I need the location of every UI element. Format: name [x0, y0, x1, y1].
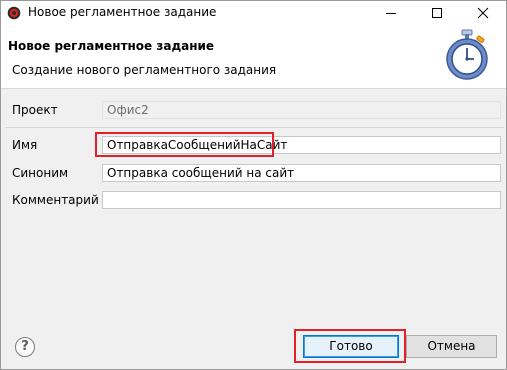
- dialog-header: Новое регламентное задание Создание ново…: [1, 25, 506, 89]
- synonym-label: Синоним: [12, 166, 69, 180]
- stopwatch-icon: [446, 29, 488, 80]
- app-logo-icon: [7, 6, 21, 20]
- cancel-button[interactable]: Отмена: [406, 335, 497, 358]
- project-label: Проект: [12, 103, 58, 117]
- close-icon: [477, 7, 489, 19]
- maximize-button[interactable]: [414, 1, 460, 25]
- minimize-button[interactable]: [368, 1, 414, 25]
- comment-field[interactable]: [102, 191, 501, 209]
- dialog-window: Новое регламентное задание Новое регламе…: [0, 0, 507, 370]
- window-title: Новое регламентное задание: [28, 5, 217, 19]
- finish-button-highlight: [294, 329, 406, 363]
- maximize-icon: [432, 8, 442, 18]
- header-title: Новое регламентное задание: [8, 39, 215, 53]
- close-button[interactable]: [460, 1, 506, 25]
- help-icon[interactable]: ?: [15, 337, 35, 357]
- comment-label: Комментарий: [12, 193, 99, 207]
- separator: [5, 127, 504, 128]
- dialog-footer: ? Готово Отмена: [1, 317, 506, 369]
- header-subtitle: Создание нового регламентного задания: [12, 63, 277, 77]
- project-field[interactable]: [102, 101, 501, 119]
- title-bar[interactable]: Новое регламентное задание: [1, 1, 506, 25]
- synonym-field[interactable]: [102, 164, 501, 182]
- name-label: Имя: [12, 138, 38, 152]
- name-field-highlight: [95, 132, 274, 157]
- minimize-icon: [386, 13, 396, 14]
